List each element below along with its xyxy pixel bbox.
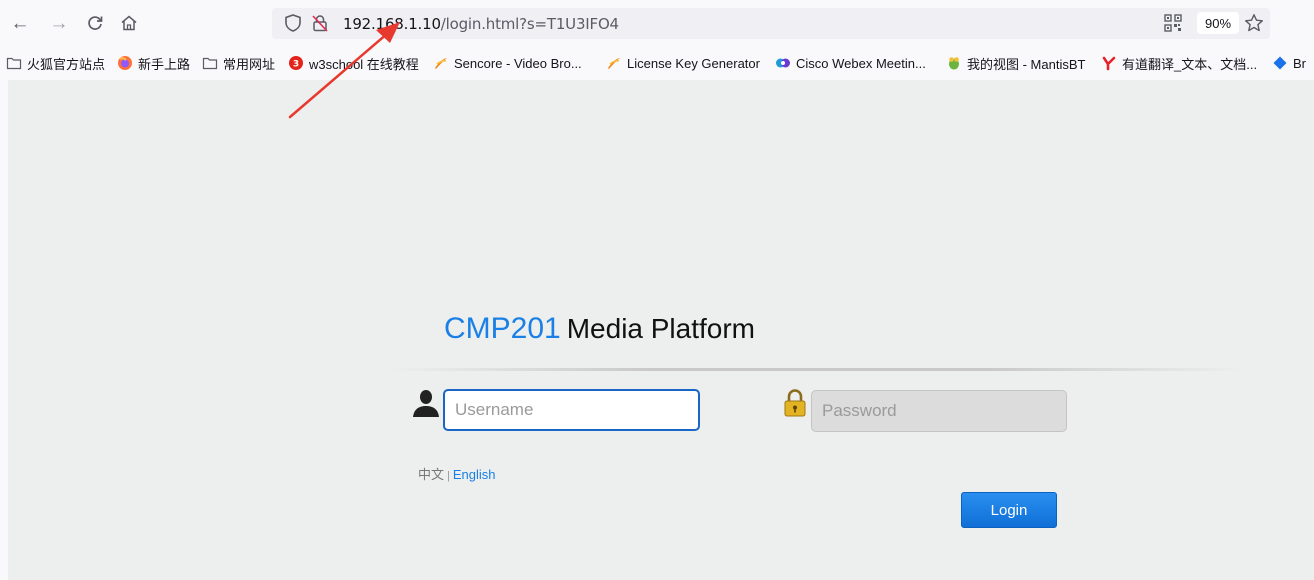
mantis-icon [949, 57, 959, 70]
bookmark-label: w3school 在线教程 [309, 56, 419, 72]
login-button[interactable]: Login [961, 492, 1057, 528]
bookmark-item[interactable]: 3 w3school 在线教程 [288, 54, 419, 72]
login-page: CMP201Media Platform 中文|English Login [8, 80, 1314, 580]
firefox-icon [118, 56, 132, 70]
bookmark-label: 新手上路 [138, 56, 191, 72]
bookmark-label: License Key Generator [627, 55, 760, 71]
bookmark-label: Br [1293, 55, 1306, 71]
bookmark-label: Cisco Webex Meetin... [796, 55, 926, 71]
zoom-level-badge[interactable]: 90% [1197, 12, 1240, 34]
user-icon [413, 390, 439, 417]
language-switcher: 中文 | English [418, 464, 496, 483]
address-bar[interactable]: 192.168.1.10/login.html?s=T1U3IFO4 [272, 8, 1270, 39]
url-text[interactable]: 192.168.1.10/login.html?s=T1U3IFO4 [343, 15, 619, 33]
bookmark-item[interactable]: 常用网址 [202, 54, 275, 72]
username-input[interactable] [443, 389, 700, 431]
bookmark-item[interactable]: 我的视图 - MantisBT [946, 54, 1085, 72]
bookmark-star-icon[interactable] [1244, 13, 1264, 33]
bookmark-item[interactable]: 新手上路 [117, 54, 190, 72]
bookmark-label: 有道翻译_文本、文档... [1122, 56, 1258, 72]
lang-separator: | [447, 470, 450, 482]
home-icon[interactable] [117, 11, 141, 35]
sencore-icon [608, 58, 620, 69]
bookmark-item[interactable]: 有道翻译_文本、文档... [1101, 54, 1257, 72]
password-input[interactable] [811, 390, 1067, 432]
bookmark-label: 我的视图 - MantisBT [967, 56, 1086, 72]
lock-icon [784, 389, 806, 417]
lang-chinese-link[interactable]: 中文 [418, 467, 444, 482]
bookmark-item[interactable]: Cisco Webex Meetin... [775, 54, 926, 72]
url-path: /login.html?s=T1U3IFO4 [440, 15, 619, 33]
bookmarks-bar: 火狐官方站点 新手上路 常用网址 3 w3school 在线教程 Sencore… [0, 46, 1314, 80]
bookmark-item[interactable]: License Key Generator [606, 54, 760, 72]
back-icon[interactable]: ← [8, 11, 32, 35]
bookmark-item[interactable]: 火狐官方站点 [6, 54, 105, 72]
sencore-icon [435, 58, 447, 69]
insecure-lock-icon[interactable] [310, 13, 330, 33]
webex-icon [776, 58, 790, 68]
url-host: 192.168.1.10 [343, 15, 441, 33]
bookmark-label: 常用网址 [223, 56, 276, 72]
forward-icon[interactable]: → [47, 11, 71, 35]
diamond-icon [1273, 56, 1287, 70]
title-divider [392, 368, 1244, 371]
product-code: CMP201 [444, 312, 561, 345]
qr-code-icon[interactable] [1164, 14, 1182, 32]
svg-text:3: 3 [293, 60, 299, 70]
lang-english-link[interactable]: English [453, 467, 496, 482]
bookmark-item[interactable]: Br [1272, 54, 1306, 72]
shield-icon[interactable] [283, 13, 303, 33]
bookmark-label: Sencore - Video Bro... [454, 55, 582, 71]
reload-icon[interactable] [83, 11, 107, 35]
folder-icon [6, 57, 22, 70]
bookmark-item[interactable]: Sencore - Video Bro... [433, 54, 582, 72]
browser-toolbar: ← → 192.168.1.10/login.html?s=T1U3IFO4 9… [0, 0, 1314, 46]
product-name: Media Platform [566, 313, 756, 344]
w3school-icon: 3 [289, 56, 303, 70]
page-title: CMP201 Media Platform [444, 312, 755, 346]
folder-icon [202, 57, 218, 70]
bookmark-label: 火狐官方站点 [27, 56, 106, 72]
youdao-icon [1102, 56, 1116, 71]
